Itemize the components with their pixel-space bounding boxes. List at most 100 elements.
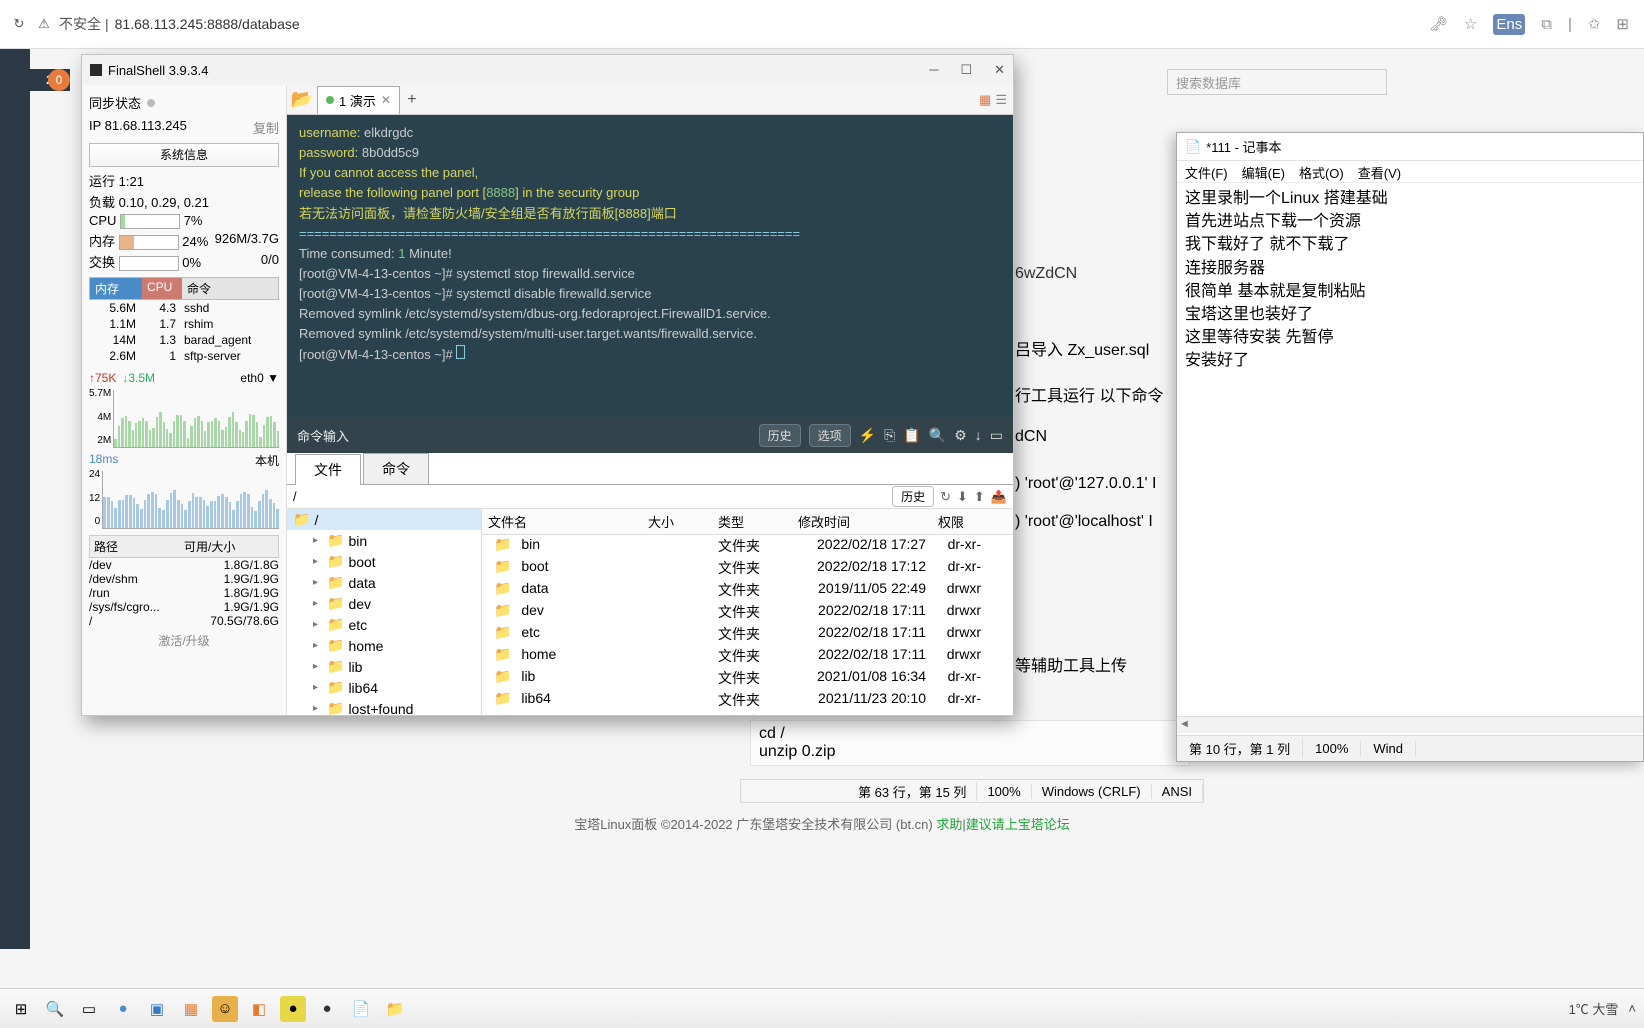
insecure-icon: ⚠	[33, 16, 55, 32]
notepad-icon[interactable]: 📄	[348, 996, 374, 1022]
minimize-icon[interactable]: ─	[929, 62, 938, 78]
footer-help[interactable]: 求助	[936, 817, 962, 832]
file-row[interactable]: 📁 data文件夹2019/11/05 22:49drwxr	[482, 579, 1013, 601]
tree-item[interactable]: ▸📁home	[287, 635, 481, 656]
find-icon[interactable]: 🔍	[929, 427, 946, 444]
upload-icon[interactable]: ⬆	[974, 489, 985, 505]
fullscreen-icon[interactable]: ▭	[990, 427, 1003, 444]
tree-item[interactable]: ▸📁data	[287, 572, 481, 593]
app-icon[interactable]: ●	[314, 996, 340, 1022]
maximize-icon[interactable]: ☐	[960, 62, 972, 78]
file-row[interactable]: 📁 lost+found文件夹2019/03/07 14:38drwx-	[482, 711, 1013, 715]
disk-row[interactable]: /dev/shm1.9G/1.9G	[89, 572, 279, 586]
download-icon[interactable]: ↓	[975, 427, 982, 443]
tab-files[interactable]: 文件	[295, 454, 361, 485]
reload-icon[interactable]: ↻	[5, 10, 33, 38]
download-icon[interactable]: ⬇	[957, 489, 968, 505]
file-row[interactable]: 📁 home文件夹2022/02/18 17:11drwxr	[482, 645, 1013, 667]
terminal[interactable]: username: elkdrgdc password: 8b0dd5c9 If…	[287, 115, 1013, 417]
menu-edit[interactable]: 编辑(E)	[1242, 163, 1285, 180]
new-tab-button[interactable]: +	[400, 91, 424, 109]
status-dot-icon	[326, 96, 334, 104]
list-icon[interactable]: ☰	[995, 92, 1007, 108]
interface-dropdown[interactable]: eth0 ▼	[240, 371, 279, 385]
upgrade-link[interactable]: 激活/升级	[89, 628, 279, 653]
translate-badge[interactable]: Ens	[1493, 14, 1525, 35]
tree-item[interactable]: ▸📁lib	[287, 656, 481, 677]
start-icon[interactable]: ⊞	[8, 996, 34, 1022]
history-button[interactable]: 历史	[892, 486, 934, 507]
menu-view[interactable]: 查看(V)	[1358, 163, 1401, 180]
bolt-icon[interactable]: ⚡	[859, 427, 876, 444]
collections-icon[interactable]: ⊞	[1616, 15, 1629, 33]
file-row[interactable]: 📁 bin文件夹2022/02/18 17:27dr-xr-	[482, 535, 1013, 557]
current-path[interactable]: /	[293, 489, 892, 504]
sysinfo-button[interactable]: 系统信息	[89, 143, 279, 167]
tree-item[interactable]: ▸📁etc	[287, 614, 481, 635]
proc-row[interactable]: 2.6M1sftp-server	[89, 348, 279, 364]
close-icon[interactable]: ✕	[994, 62, 1005, 78]
proc-row[interactable]: 5.6M4.3sshd	[89, 300, 279, 316]
taskview-icon[interactable]: ▭	[76, 996, 102, 1022]
tab-close-icon[interactable]: ✕	[381, 93, 391, 107]
file-row[interactable]: 📁 dev文件夹2022/02/18 17:11drwxr	[482, 601, 1013, 623]
menu-format[interactable]: 格式(O)	[1299, 163, 1344, 180]
proc-row[interactable]: 14M1.3barad_agent	[89, 332, 279, 348]
tree-item[interactable]: ▸📁lost+found	[287, 698, 481, 715]
url[interactable]: 81.68.113.245:8888/database	[115, 16, 300, 32]
weather[interactable]: 1℃ 大雪	[1569, 999, 1619, 1018]
search-icon[interactable]: 🔍	[42, 996, 68, 1022]
search-input[interactable]: 搜索数据库	[1167, 69, 1387, 95]
disk-row[interactable]: /dev1.8G/1.8G	[89, 558, 279, 572]
refresh-icon[interactable]: ↻	[940, 489, 951, 505]
key-icon[interactable]: 🗝	[1429, 15, 1448, 33]
notepad-hscroll[interactable]: ◄	[1177, 716, 1643, 733]
history-button[interactable]: 历史	[759, 424, 801, 447]
file-row[interactable]: 📁 lib64文件夹2021/11/23 20:10dr-xr-	[482, 689, 1013, 711]
grid-icon[interactable]: ▦	[979, 92, 991, 108]
tray-chevron-icon[interactable]: ˄	[1628, 1001, 1636, 1016]
star-icon[interactable]: ☆	[1464, 15, 1477, 33]
app-icon[interactable]: ●	[280, 996, 306, 1022]
sidebar-count[interactable]: 0	[48, 69, 70, 91]
file-row[interactable]: 📁 boot文件夹2022/02/18 17:12dr-xr-	[482, 557, 1013, 579]
options-button[interactable]: 选项	[809, 424, 851, 447]
settings-icon[interactable]: ⚙	[954, 427, 967, 444]
tab-commands[interactable]: 命令	[363, 453, 429, 484]
bottom-tabs: 文件 命令	[287, 453, 1013, 485]
file-list-header[interactable]: 文件名 大小 类型 修改时间 权限	[482, 509, 1013, 535]
proc-row[interactable]: 1.1M1.7rshim	[89, 316, 279, 332]
bg-text: dCN	[1015, 428, 1047, 446]
copy-button[interactable]: 复制	[253, 118, 279, 137]
disk-row[interactable]: /70.5G/78.6G	[89, 614, 279, 628]
notepad-icon: 📄	[1185, 139, 1201, 155]
app-icon[interactable]: ☺	[212, 996, 238, 1022]
tree-root[interactable]: 📁/	[287, 509, 481, 530]
extension-icon[interactable]: ⧉	[1541, 16, 1552, 33]
disk-row[interactable]: /run1.8G/1.9G	[89, 586, 279, 600]
disk-row[interactable]: /sys/fs/cgro...1.9G/1.9G	[89, 600, 279, 614]
app-icon[interactable]: ◧	[246, 996, 272, 1022]
command-input[interactable]: 命令输入	[297, 426, 751, 445]
notepad-content[interactable]: 这里录制一个Linux 搭建基础 首先进站点下载一个资源 我下载好了 就不下载了…	[1177, 183, 1643, 377]
chrome-icon[interactable]: ●	[110, 996, 136, 1022]
proc-header[interactable]: 内存CPU命令	[89, 277, 279, 300]
file-row[interactable]: 📁 lib文件夹2021/01/08 16:34dr-xr-	[482, 667, 1013, 689]
tree-item[interactable]: ▸📁boot	[287, 551, 481, 572]
titlebar[interactable]: FinalShell 3.9.3.4 ─ ☐ ✕	[82, 55, 1013, 85]
app-icon[interactable]: ▦	[178, 996, 204, 1022]
store-icon[interactable]: ▣	[144, 996, 170, 1022]
fav-icon[interactable]: ✩	[1588, 15, 1601, 33]
tree-item[interactable]: ▸📁dev	[287, 593, 481, 614]
tab-session[interactable]: 1 演示✕	[317, 86, 400, 114]
menu-file[interactable]: 文件(F)	[1185, 163, 1228, 180]
tree-item[interactable]: ▸📁lib64	[287, 677, 481, 698]
file-row[interactable]: 📁 etc文件夹2022/02/18 17:11drwxr	[482, 623, 1013, 645]
open-icon[interactable]: 📂	[287, 89, 317, 110]
copy-icon[interactable]: ⎘	[884, 427, 895, 444]
tree-item[interactable]: ▸📁bin	[287, 530, 481, 551]
explorer-icon[interactable]: 📁	[382, 996, 408, 1022]
paste-icon[interactable]: 📋	[903, 427, 920, 444]
upload-folder-icon[interactable]: 📤	[991, 489, 1007, 505]
footer-forum[interactable]: 建议请上宝塔论坛	[966, 817, 1070, 832]
